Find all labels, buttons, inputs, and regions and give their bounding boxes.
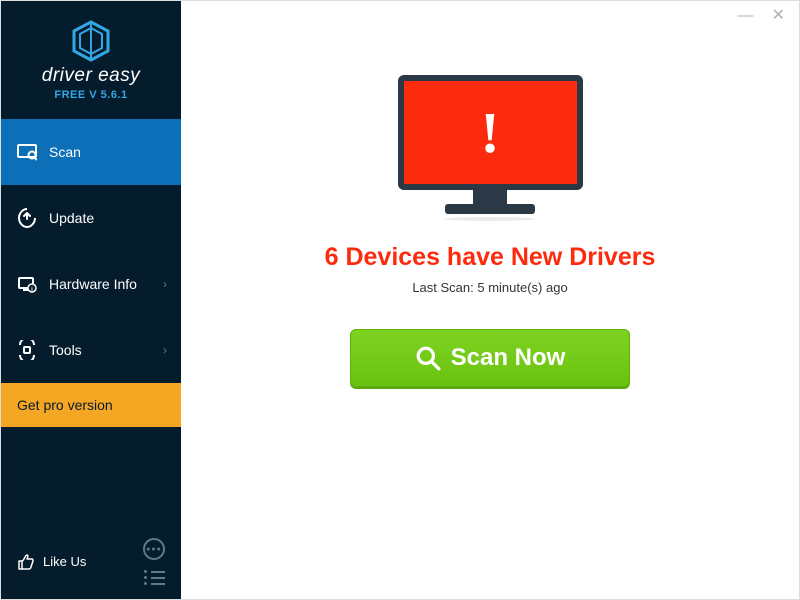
- chevron-right-icon: ›: [163, 277, 167, 291]
- brand-title: driver easy: [42, 65, 140, 87]
- app-logo-icon: [69, 19, 113, 63]
- hardware-info-icon: i: [17, 274, 37, 294]
- exclamation-icon: !: [480, 99, 499, 166]
- monitor-shadow: [445, 217, 535, 221]
- nav-hardware-label: Hardware Info: [49, 276, 137, 292]
- sidebar-bottom: Like Us ●●●: [1, 524, 181, 599]
- thumbs-up-icon: [17, 553, 35, 571]
- last-scan-label: Last Scan: 5 minute(s) ago: [412, 280, 567, 295]
- nav-update-label: Update: [49, 210, 94, 226]
- close-button[interactable]: ✕: [772, 8, 785, 24]
- logo-area: driver easy FREE V 5.6.1: [1, 1, 181, 119]
- status-headline: 6 Devices have New Drivers: [325, 243, 656, 272]
- get-pro-label: Get pro version: [17, 397, 113, 413]
- bottom-icons: ●●●: [143, 538, 165, 585]
- sidebar: driver easy FREE V 5.6.1 Scan Update i: [1, 1, 181, 599]
- monitor-base: [445, 204, 535, 214]
- version-label: FREE V 5.6.1: [54, 89, 127, 101]
- scan-now-button[interactable]: Scan Now: [350, 329, 630, 387]
- app-window: — ✕ driver easy FREE V 5.6.1 Scan: [1, 1, 799, 599]
- nav-hardware-info[interactable]: i Hardware Info ›: [1, 251, 181, 317]
- tools-icon: [17, 340, 37, 360]
- update-icon: [17, 208, 37, 228]
- nav-tools[interactable]: Tools ›: [1, 317, 181, 383]
- chevron-right-icon: ›: [163, 343, 167, 357]
- nav-scan-label: Scan: [49, 144, 81, 160]
- minimize-button[interactable]: —: [738, 8, 754, 24]
- monitor-neck: [473, 190, 507, 204]
- magnify-icon: [415, 345, 441, 371]
- scan-icon: [17, 142, 37, 162]
- nav-tools-label: Tools: [49, 342, 82, 358]
- feedback-icon[interactable]: ●●●: [143, 538, 165, 560]
- nav-menu: Scan Update i Hardware Info › Tools: [1, 119, 181, 427]
- nav-update[interactable]: Update: [1, 185, 181, 251]
- get-pro-button[interactable]: Get pro version: [1, 383, 181, 427]
- monitor-screen: !: [398, 75, 583, 190]
- menu-list-icon[interactable]: [144, 570, 165, 585]
- titlebar-controls: — ✕: [724, 1, 799, 31]
- main-panel: ! 6 Devices have New Drivers Last Scan: …: [181, 1, 799, 599]
- scan-now-label: Scan Now: [451, 344, 566, 372]
- like-us-button[interactable]: Like Us: [17, 553, 86, 571]
- nav-scan[interactable]: Scan: [1, 119, 181, 185]
- like-us-label: Like Us: [43, 554, 86, 569]
- monitor-illustration: !: [398, 75, 583, 221]
